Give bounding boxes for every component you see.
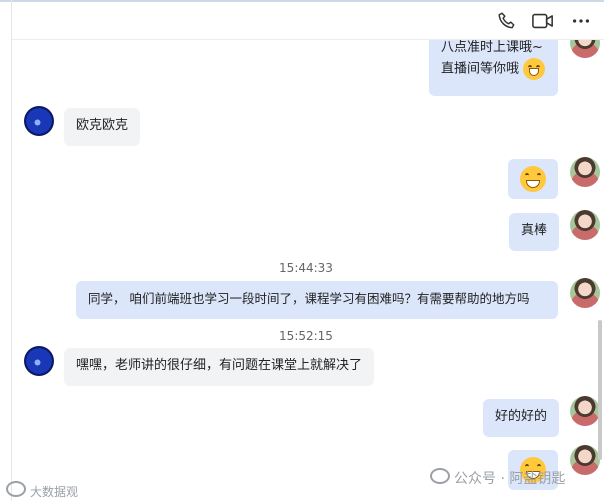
teacher-avatar[interactable] [570,278,600,308]
video-camera-icon[interactable] [531,10,553,32]
message-line: 八点准时上课哦~ [441,40,543,55]
shy-smile-emoji-icon [523,58,546,80]
message-bubble[interactable]: 好的好的 [483,399,560,437]
message-bubble[interactable]: 真棒 [509,213,560,251]
message-line: 直播间等你哦 [441,61,520,77]
scrollbar[interactable] [598,320,602,460]
grin-emoji-icon [520,166,546,192]
watermark-left: 大数据观 [6,481,78,500]
message-bubble[interactable] [508,159,558,199]
message-timestamp: 15:52:15 [279,329,333,343]
teacher-avatar[interactable] [570,210,600,240]
phone-icon[interactable] [496,10,518,32]
message-text: 好的好的 [495,409,548,424]
watermark-right: 公众号 · 阿盐钥匙 [430,468,565,488]
message-timestamp: 15:44:33 [279,261,333,275]
teacher-avatar[interactable] [570,157,600,187]
message-text: 同学， 咱们前端班也学习一段时间了，课程学习有困难吗？有需要帮助的地方吗 [88,291,530,306]
message-bubble[interactable]: 八点准时上课哦~ 直播间等你哦 [429,40,558,96]
message-list[interactable]: 八点准时上课哦~ 直播间等你哦 欧克欧克 真棒 15:44:33 同学， 咱们前… [12,40,600,501]
message-text: 欧克欧克 [76,118,129,133]
more-horizontal-icon[interactable] [570,10,592,32]
chat-header [12,2,604,40]
student-avatar[interactable] [24,106,54,136]
message-bubble[interactable]: 嘿嘿，老师讲的很仔细，有问题在课堂上就解决了 [64,348,374,386]
student-avatar[interactable] [24,346,54,376]
teacher-avatar[interactable] [570,445,600,475]
message-text: 真棒 [521,223,548,238]
weibo-logo-icon [6,481,26,497]
wechat-logo-icon [430,468,450,484]
teacher-avatar[interactable] [570,396,600,426]
message-text: 嘿嘿，老师讲的很仔细，有问题在课堂上就解决了 [76,358,363,373]
teacher-avatar[interactable] [570,40,600,58]
message-bubble[interactable]: 同学， 咱们前端班也学习一段时间了，课程学习有困难吗？有需要帮助的地方吗 [76,281,558,319]
message-bubble[interactable]: 欧克欧克 [64,108,141,146]
